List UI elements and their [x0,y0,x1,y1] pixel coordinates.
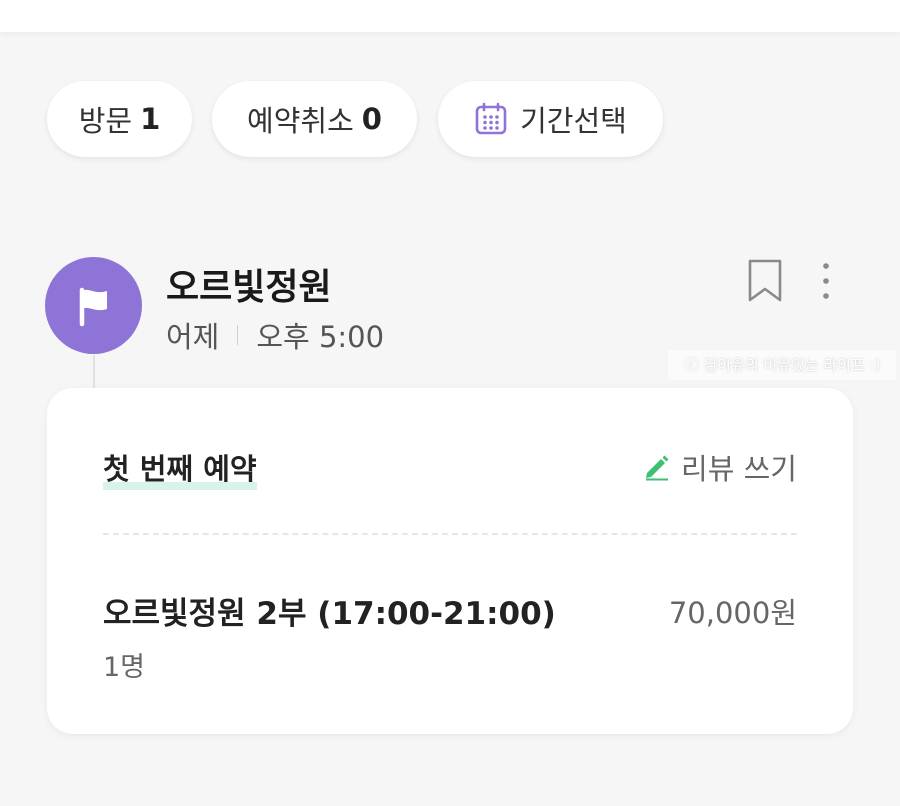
watermark: ⓒ 김이유의 이유있는 라이프 :) [668,350,896,380]
pencil-icon [646,455,669,481]
place-avatar [45,257,142,354]
top-bar [0,0,900,32]
visit-filter-chip[interactable]: 방문 1 [47,81,192,157]
write-review-button[interactable]: 리뷰 쓰기 [643,446,797,488]
more-options-icon[interactable] [812,260,840,302]
cancel-filter-count: 0 [361,102,382,136]
period-select-chip[interactable]: 기간선택 [438,81,663,157]
calendar-icon [475,102,507,135]
place-name[interactable]: 오르빛정원 [166,258,332,310]
cancel-filter-chip[interactable]: 예약취소 0 [212,81,417,157]
write-review-label: 리뷰 쓰기 [681,452,797,486]
reservation-datetime: 어제 오후 5:00 [166,314,384,356]
card-title-text: 첫 번째 예약 [103,452,257,486]
reservation-time: 오후 5:00 [256,320,385,354]
period-select-label: 기간선택 [520,104,627,138]
flag-icon [79,287,107,326]
meta-separator [237,325,239,345]
card-divider [103,533,797,535]
reservation-day: 어제 [166,320,220,354]
bookmark-icon[interactable] [746,258,784,304]
cancel-filter-label: 예약취소 [247,104,354,138]
reservation-item-price: 70,000원 [668,596,797,630]
reservation-card: 첫 번째 예약 리뷰 쓰기 오르빛정원 2부 (17:00-21:00) 70,… [47,388,853,734]
timeline-connector [93,355,95,391]
visit-filter-count: 1 [140,102,161,136]
reservation-item-name: 오르빛정원 2부 (17:00-21:00) [103,596,556,632]
visit-filter-label: 방문 [78,104,133,138]
reservation-card-title: 첫 번째 예약 [103,446,257,490]
reservation-people-count: 1명 [103,652,146,683]
